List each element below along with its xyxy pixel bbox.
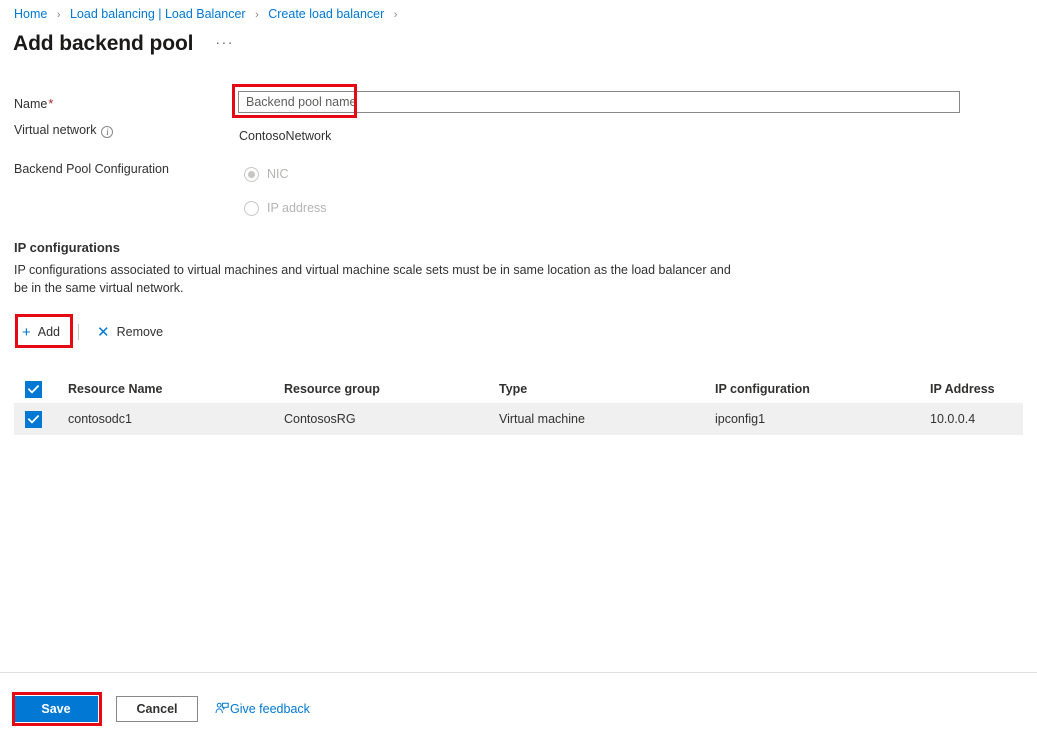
page-header: Add backend pool ··· <box>13 30 234 58</box>
radio-option-ip-address[interactable]: IP address <box>244 200 327 216</box>
cell-type: Virtual machine <box>499 412 715 426</box>
breadcrumb-separator-icon: › <box>255 7 259 23</box>
breadcrumb-item-load-balancing[interactable]: Load balancing | Load Balancer <box>70 7 246 21</box>
page-title: Add backend pool <box>13 30 193 58</box>
cell-ip-address: 10.0.0.4 <box>930 412 1037 426</box>
column-header-resource-group[interactable]: Resource group <box>284 382 499 396</box>
footer-divider <box>0 672 1037 673</box>
plus-icon: + <box>22 325 31 340</box>
breadcrumb-item-create-load-balancer[interactable]: Create load balancer <box>268 7 384 21</box>
table-header-row: Resource Name Resource group Type IP con… <box>14 375 1023 403</box>
ip-configurations-table: Resource Name Resource group Type IP con… <box>14 375 1023 435</box>
breadcrumb: Home › Load balancing | Load Balancer › … <box>14 6 403 23</box>
table-row[interactable]: contosodc1 ContososRG Virtual machine ip… <box>14 403 1023 435</box>
toolbar-divider <box>78 324 79 340</box>
breadcrumb-item-home[interactable]: Home <box>14 7 47 21</box>
row-checkbox[interactable] <box>25 411 42 428</box>
breadcrumb-separator-icon: › <box>394 7 398 23</box>
remove-button-label: Remove <box>117 325 164 339</box>
virtual-network-label-text: Virtual network <box>14 123 96 137</box>
breadcrumb-separator-icon: › <box>57 7 61 23</box>
more-options-icon[interactable]: ··· <box>215 34 234 50</box>
row-select-cell[interactable] <box>14 411 68 428</box>
column-header-ip-configuration[interactable]: IP configuration <box>715 382 930 396</box>
cell-resource-group: ContososRG <box>284 412 499 426</box>
column-header-ip-address[interactable]: IP Address <box>930 382 1037 396</box>
close-icon: ✕ <box>97 325 110 340</box>
remove-button[interactable]: ✕ Remove <box>89 318 171 346</box>
required-marker: * <box>48 97 53 111</box>
radio-option-nic[interactable]: NIC <box>244 166 289 182</box>
give-feedback-button[interactable]: Give feedback <box>215 702 310 716</box>
ip-configurations-description: IP configurations associated to virtual … <box>14 261 744 297</box>
ip-configurations-toolbar: + Add ✕ Remove <box>14 318 171 346</box>
backend-pool-name-input[interactable] <box>238 91 960 113</box>
add-backend-pool-page: Home › Load balancing | Load Balancer › … <box>0 0 1037 740</box>
cell-resource-name: contosodc1 <box>68 412 284 426</box>
save-button[interactable]: Save <box>14 696 98 722</box>
radio-ip-address-label: IP address <box>267 200 327 216</box>
virtual-network-label: Virtual network i <box>14 122 113 138</box>
radio-nic-label: NIC <box>267 166 289 182</box>
select-all-checkbox[interactable] <box>25 381 42 398</box>
name-label-text: Name <box>14 97 47 111</box>
radio-ip-address-icon[interactable] <box>244 201 259 216</box>
select-all-cell[interactable] <box>14 381 68 398</box>
ip-configurations-heading: IP configurations <box>14 239 120 257</box>
name-label: Name* <box>14 96 53 112</box>
cancel-button[interactable]: Cancel <box>116 696 198 722</box>
radio-nic-icon[interactable] <box>244 167 259 182</box>
column-header-resource-name[interactable]: Resource Name <box>68 382 284 396</box>
info-icon[interactable]: i <box>101 126 113 138</box>
column-header-type[interactable]: Type <box>499 382 715 396</box>
footer-actions: Save Cancel Give feedback <box>14 696 310 722</box>
feedback-person-icon <box>215 702 229 716</box>
add-button-label: Add <box>38 325 60 339</box>
cell-ip-configuration: ipconfig1 <box>715 412 930 426</box>
virtual-network-value: ContosoNetwork <box>239 128 331 144</box>
add-button[interactable]: + Add <box>14 318 68 346</box>
backend-pool-configuration-label: Backend Pool Configuration <box>14 161 169 177</box>
give-feedback-label: Give feedback <box>230 702 310 716</box>
